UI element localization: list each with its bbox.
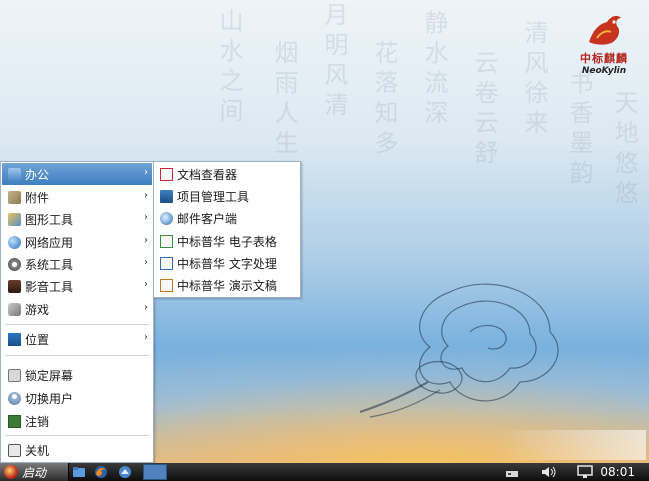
submenu-item-label: 文档查看器 bbox=[177, 167, 238, 182]
wallpaper-calligraphy: 静水流深 bbox=[420, 10, 448, 130]
menu-item-label: 注销 bbox=[25, 414, 50, 429]
wallpaper-calligraphy: 山水之间 bbox=[215, 8, 243, 128]
submenu-item-label: 项目管理工具 bbox=[177, 189, 250, 204]
chevron-right-icon: › bbox=[144, 235, 148, 246]
menu-item-graphics[interactable]: 图形工具 › bbox=[2, 208, 152, 230]
submenu-item-label: 中标普华 文字处理 bbox=[177, 256, 277, 271]
spreadsheet-icon bbox=[160, 234, 173, 248]
graphics-icon bbox=[8, 212, 21, 226]
submenu-item-presentation[interactable]: 中标普华 演示文稿 bbox=[155, 274, 299, 296]
menu-item-label: 位置 bbox=[25, 332, 50, 347]
submenu-item-document-viewer[interactable]: 文档查看器 bbox=[155, 163, 299, 185]
submenu-item-label: 中标普华 电子表格 bbox=[177, 234, 277, 249]
wallpaper-calligraphy: 云卷云舒 bbox=[470, 50, 498, 170]
chevron-right-icon: › bbox=[144, 212, 148, 223]
chevron-right-icon: › bbox=[144, 332, 148, 343]
accessories-icon bbox=[8, 190, 21, 204]
menu-item-games[interactable]: 游戏 › bbox=[2, 298, 152, 320]
menu-item-lock-screen[interactable]: 锁定屏幕 bbox=[2, 364, 152, 386]
qilin-logo-icon bbox=[589, 15, 621, 45]
watermark-overlay bbox=[496, 430, 646, 460]
menu-separator bbox=[5, 355, 149, 356]
wallpaper-calligraphy: 月明风清 bbox=[320, 2, 348, 122]
menu-item-label: 游戏 bbox=[25, 302, 50, 317]
display-icon[interactable] bbox=[576, 465, 594, 479]
wallpaper-calligraphy: 书香墨韵 bbox=[565, 70, 593, 190]
menu-item-label: 网络应用 bbox=[25, 235, 74, 250]
wallpaper-calligraphy: 清风徐来 bbox=[520, 20, 548, 140]
internet-globe-icon bbox=[8, 235, 21, 249]
start-label: 启动 bbox=[22, 465, 47, 480]
submenu-item-word-processor[interactable]: 中标普华 文字处理 bbox=[155, 252, 299, 274]
chevron-right-icon: › bbox=[144, 302, 148, 313]
volume-icon[interactable] bbox=[540, 465, 558, 479]
shutdown-icon bbox=[8, 443, 21, 457]
submenu-item-spreadsheet[interactable]: 中标普华 电子表格 bbox=[155, 230, 299, 252]
system-tray: 08:01 bbox=[504, 463, 649, 481]
menu-item-label: 图形工具 bbox=[25, 212, 74, 227]
document-viewer-icon bbox=[160, 167, 173, 181]
submenu-item-mail-client[interactable]: 邮件客户端 bbox=[155, 207, 299, 229]
menu-separator bbox=[5, 435, 149, 436]
multimedia-icon bbox=[8, 279, 21, 293]
menu-item-switch-user[interactable]: 切换用户 bbox=[2, 387, 152, 409]
menu-item-label: 系统工具 bbox=[25, 257, 74, 272]
mail-icon[interactable] bbox=[118, 465, 132, 479]
network-icon[interactable] bbox=[504, 465, 522, 479]
logo-chinese-text: 中标麒麟 bbox=[580, 52, 628, 65]
project-management-icon bbox=[160, 189, 173, 203]
menu-item-system-tools[interactable]: 系统工具 › bbox=[2, 253, 152, 275]
submenu-item-label: 邮件客户端 bbox=[177, 211, 238, 226]
wallpaper-calligraphy: 花落知多 bbox=[370, 40, 398, 160]
games-icon bbox=[8, 302, 21, 316]
menu-item-label: 关机 bbox=[25, 443, 50, 458]
lock-screen-icon bbox=[8, 368, 21, 382]
switch-user-icon bbox=[8, 391, 21, 405]
menu-item-label: 附件 bbox=[25, 190, 50, 205]
chevron-right-icon: › bbox=[144, 257, 148, 268]
system-gear-icon bbox=[8, 257, 21, 271]
start-button[interactable]: 启动 bbox=[0, 463, 69, 481]
presentation-icon bbox=[160, 278, 173, 292]
wallpaper-calligraphy: 烟雨人生 bbox=[270, 40, 298, 160]
menu-item-multimedia[interactable]: 影音工具 › bbox=[2, 275, 152, 297]
menu-item-label: 办公 bbox=[25, 167, 50, 182]
menu-item-shutdown[interactable]: 关机 bbox=[2, 439, 152, 461]
logo-english-text: NeoKylin bbox=[581, 66, 627, 76]
submenu-item-project-management[interactable]: 项目管理工具 bbox=[155, 185, 299, 207]
mail-client-icon bbox=[160, 211, 173, 225]
start-logo-icon bbox=[4, 465, 18, 479]
taskbar-window-button[interactable] bbox=[143, 464, 167, 480]
chevron-right-icon: › bbox=[144, 279, 148, 290]
menu-item-office[interactable]: 办公 › bbox=[2, 163, 152, 185]
chevron-right-icon: › bbox=[144, 190, 148, 201]
office-submenu: 文档查看器 项目管理工具 邮件客户端 中标普华 电子表格 中标普华 文字处理 中… bbox=[153, 161, 301, 298]
submenu-item-label: 中标普华 演示文稿 bbox=[177, 278, 277, 293]
menu-item-accessories[interactable]: 附件 › bbox=[2, 186, 152, 208]
chevron-right-icon: › bbox=[144, 167, 148, 178]
menu-item-label: 锁定屏幕 bbox=[25, 368, 74, 383]
menu-item-internet[interactable]: 网络应用 › bbox=[2, 231, 152, 253]
word-processor-icon bbox=[160, 256, 173, 270]
menu-item-places[interactable]: 位置 › bbox=[2, 328, 152, 350]
menu-item-logout[interactable]: 注销 bbox=[2, 410, 152, 432]
menu-item-label: 切换用户 bbox=[25, 391, 74, 406]
clock[interactable]: 08:01 bbox=[600, 465, 635, 479]
application-menu: 办公 › 附件 › 图形工具 › 网络应用 › 系统工具 › 影音工具 › 游戏… bbox=[0, 161, 154, 463]
wallpaper-cloud-art bbox=[359, 283, 559, 418]
places-folder-icon bbox=[8, 332, 21, 346]
menu-separator bbox=[5, 324, 149, 325]
taskbar: 启动 08:01 bbox=[0, 463, 649, 481]
firefox-icon[interactable] bbox=[94, 465, 108, 479]
office-folder-icon bbox=[8, 167, 21, 181]
wallpaper-calligraphy: 天地悠悠 bbox=[610, 90, 638, 210]
neokylin-logo: 中标麒麟 NeoKylin bbox=[577, 12, 631, 76]
logout-icon bbox=[8, 414, 21, 428]
menu-item-label: 影音工具 bbox=[25, 279, 74, 294]
file-manager-icon[interactable] bbox=[72, 465, 86, 479]
